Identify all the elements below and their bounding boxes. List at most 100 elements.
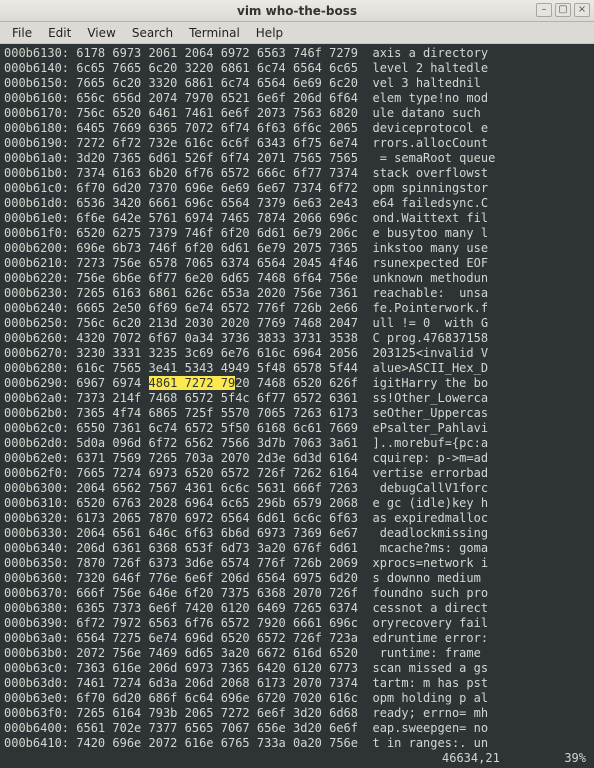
hex-address: 000b6150: (4, 76, 76, 90)
hex-address: 000b6220: (4, 271, 76, 285)
hex-bytes: 756c 6c20 213d 2030 2020 7769 7468 2047 (76, 316, 358, 330)
status-position: 46634,21 (434, 751, 544, 766)
hex-ascii: cquirep: p->m=ad (372, 451, 488, 465)
hex-address: 000b63f0: (4, 706, 76, 720)
hex-address: 000b6300: (4, 481, 76, 495)
hex-ascii: t in ranges:. un (372, 736, 488, 750)
hex-ascii: ss!Other_Lowerca (372, 391, 488, 405)
hex-ascii: debugCallV1forc (372, 481, 488, 495)
hex-row: 000b6240: 6665 2e50 6f69 6e74 6572 776f … (4, 301, 590, 316)
hex-row: 000b62e0: 6371 7569 7265 703a 2070 2d3e … (4, 451, 590, 466)
hex-ascii: s downno medium (372, 571, 488, 585)
hex-row: 000b6250: 756c 6c20 213d 2030 2020 7769 … (4, 316, 590, 331)
hex-address: 000b6280: (4, 361, 76, 375)
hex-row: 000b6180: 6465 7669 6365 7072 6f74 6f63 … (4, 121, 590, 136)
hex-ascii: eap.sweepgen= no (372, 721, 488, 735)
hex-bytes: 7870 726f 6373 3d6e 6574 776f 726b 2069 (76, 556, 358, 570)
hex-bytes: 6520 6275 7379 746f 6f20 6d61 6e79 206c (76, 226, 358, 240)
hex-bytes: 7374 6163 6b20 6f76 6572 666c 6f77 7374 (76, 166, 358, 180)
hex-ascii: alue>ASCII_Hex_D (372, 361, 488, 375)
hex-ascii: ond.Waittext fil (372, 211, 488, 225)
hex-bytes: 6564 7275 6e74 696d 6520 6572 726f 723a (76, 631, 358, 645)
hex-row: 000b6390: 6f72 7972 6563 6f76 6572 7920 … (4, 616, 590, 631)
hex-address: 000b63b0: (4, 646, 76, 660)
hex-bytes: 6465 7669 6365 7072 6f74 6f63 6f6c 2065 (76, 121, 358, 135)
hex-row: 000b62c0: 6550 7361 6c74 6572 5f50 6168 … (4, 421, 590, 436)
hex-address: 000b63e0: (4, 691, 76, 705)
hex-ascii: edruntime error: (372, 631, 488, 645)
hex-address: 000b6140: (4, 61, 76, 75)
hex-address: 000b61a0: (4, 151, 76, 165)
hex-ascii: ]..morebuf={pc:a (372, 436, 488, 450)
terminal-area[interactable]: 000b6130: 6178 6973 2061 2064 6972 6563 … (0, 44, 594, 768)
hex-row: 000b6210: 7273 756e 6578 7065 6374 6564 … (4, 256, 590, 271)
hex-row: 000b61d0: 6536 3420 6661 696c 6564 7379 … (4, 196, 590, 211)
hex-ascii: rrors.allocCount (372, 136, 488, 150)
hex-row: 000b61f0: 6520 6275 7379 746f 6f20 6d61 … (4, 226, 590, 241)
hex-row: 000b6130: 6178 6973 2061 2064 6972 6563 … (4, 46, 590, 61)
hex-row: 000b6350: 7870 726f 6373 3d6e 6574 776f … (4, 556, 590, 571)
hex-bytes: 7265 6164 793b 2065 7272 6e6f 3d20 6d68 (76, 706, 358, 720)
hex-ascii: ule datano such (372, 106, 488, 120)
hex-ascii: level 2 haltedle (372, 61, 488, 75)
hex-bytes: 3230 3331 3235 3c69 6e76 616c 6964 2056 (76, 346, 358, 360)
hex-bytes: 6f72 7972 6563 6f76 6572 7920 6661 696c (76, 616, 358, 630)
hex-ascii: reachable: unsa (372, 286, 488, 300)
hex-bytes: 7365 4f74 6865 725f 5570 7065 7263 6173 (76, 406, 358, 420)
hex-row: 000b63c0: 7363 616e 206d 6973 7365 6420 … (4, 661, 590, 676)
hex-ascii: opm spinningstor (372, 181, 488, 195)
vim-status-line: 46634,2139% (4, 751, 590, 766)
maximize-button[interactable]: ▢ (555, 3, 571, 17)
hex-row: 000b6300: 2064 6562 7567 4361 6c6c 5631 … (4, 481, 590, 496)
search-highlight: 4861 7272 79 (149, 376, 236, 390)
hex-bytes: 7665 6c20 3320 6861 6c74 6564 6e69 6c20 (76, 76, 358, 90)
hex-ascii: axis a directory (372, 46, 488, 60)
hex-row: 000b61c0: 6f70 6d20 7370 696e 6e69 6e67 … (4, 181, 590, 196)
hex-row: 000b6330: 2064 6561 646c 6f63 6b6d 6973 … (4, 526, 590, 541)
hex-bytes: 6365 7373 6e6f 7420 6120 6469 7265 6374 (76, 601, 358, 615)
hex-row: 000b6230: 7265 6163 6861 626c 653a 2020 … (4, 286, 590, 301)
hex-bytes: 2072 756e 7469 6d65 3a20 6672 616d 6520 (76, 646, 358, 660)
hex-row: 000b61b0: 7374 6163 6b20 6f76 6572 666c … (4, 166, 590, 181)
menu-help[interactable]: Help (248, 24, 291, 42)
hex-row: 000b63f0: 7265 6164 793b 2065 7272 6e6f … (4, 706, 590, 721)
hex-bytes: 6371 7569 7265 703a 2070 2d3e 6d3d 6164 (76, 451, 358, 465)
hex-row: 000b6340: 206d 6361 6368 653f 6d73 3a20 … (4, 541, 590, 556)
hex-address: 000b6230: (4, 286, 76, 300)
hex-ascii: 203125<invalid V (372, 346, 488, 360)
menu-edit[interactable]: Edit (40, 24, 79, 42)
hex-row: 000b62d0: 5d0a 096d 6f72 6562 7566 3d7b … (4, 436, 590, 451)
hex-bytes: 756e 6b6e 6f77 6e20 6d65 7468 6f64 756e (76, 271, 358, 285)
hex-address: 000b6290: (4, 376, 76, 390)
hex-row: 000b6220: 756e 6b6e 6f77 6e20 6d65 7468 … (4, 271, 590, 286)
hex-address: 000b62a0: (4, 391, 76, 405)
hex-ascii: e busytoo many l (372, 226, 488, 240)
menu-file[interactable]: File (4, 24, 40, 42)
hex-bytes: 6173 2065 7870 6972 6564 6d61 6c6c 6f63 (76, 511, 358, 525)
minimize-button[interactable]: – (536, 3, 552, 17)
hex-row: 000b6290: 6967 6974 4861 7272 7920 7468 … (4, 376, 590, 391)
hex-bytes: 6550 7361 6c74 6572 5f50 6168 6c61 7669 (76, 421, 358, 435)
menu-search[interactable]: Search (124, 24, 181, 42)
hex-bytes: 6665 2e50 6f69 6e74 6572 776f 726b 2e66 (76, 301, 358, 315)
hex-ascii: deadlockmissing (372, 526, 488, 540)
close-button[interactable]: × (574, 3, 590, 17)
hex-address: 000b62b0: (4, 406, 76, 420)
menu-view[interactable]: View (79, 24, 123, 42)
hex-ascii: elem type!no mod (372, 91, 488, 105)
hex-ascii: fe.Pointerwork.f (372, 301, 488, 315)
hex-bytes: 206d 6361 6368 653f 6d73 3a20 676f 6d61 (76, 541, 358, 555)
hex-row: 000b62f0: 7665 7274 6973 6520 6572 726f … (4, 466, 590, 481)
hex-ascii: cessnot a direct (372, 601, 488, 615)
hex-row: 000b61e0: 6f6e 642e 5761 6974 7465 7874 … (4, 211, 590, 226)
hex-address: 000b63a0: (4, 631, 76, 645)
hex-row: 000b6380: 6365 7373 6e6f 7420 6120 6469 … (4, 601, 590, 616)
menu-terminal[interactable]: Terminal (181, 24, 248, 42)
hex-ascii: stack overflowst (372, 166, 488, 180)
hex-row: 000b63e0: 6f70 6d20 686f 6c64 696e 6720 … (4, 691, 590, 706)
hex-row: 000b6400: 6561 702e 7377 6565 7067 656e … (4, 721, 590, 736)
hex-ascii: vel 3 haltednil (372, 76, 488, 90)
hex-address: 000b6210: (4, 256, 76, 270)
hex-row: 000b6280: 616c 7565 3e41 5343 4949 5f48 … (4, 361, 590, 376)
hex-row: 000b6370: 666f 756e 646e 6f20 7375 6368 … (4, 586, 590, 601)
